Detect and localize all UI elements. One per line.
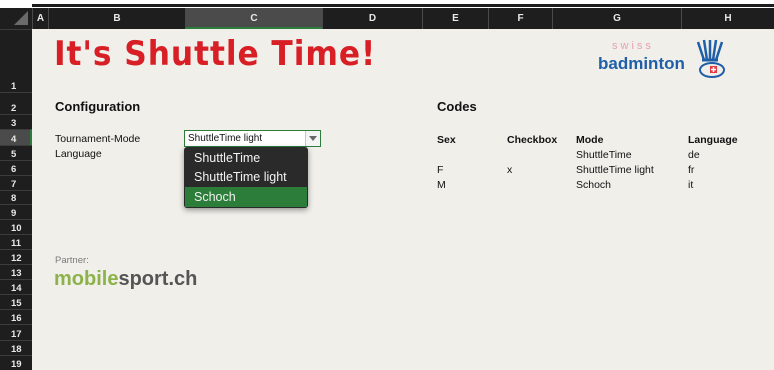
language-code: it xyxy=(688,179,694,191)
column-header-c[interactable]: C xyxy=(185,8,322,29)
logo-swiss-text: swiss xyxy=(612,40,654,52)
row-header-11[interactable]: 11 xyxy=(0,234,32,249)
page-title: It's Shuttle Time! xyxy=(54,34,377,74)
row-header-bar: 1 2 3 4 5 6 7 8 9 10 11 12 13 14 15 16 1… xyxy=(0,29,32,370)
sex-code: F xyxy=(437,164,444,176)
row-header-5[interactable]: 5 xyxy=(0,145,32,160)
row-header-6[interactable]: 6 xyxy=(0,160,32,175)
tournament-mode-value: ShuttleTime light xyxy=(188,133,263,144)
mobilesport-logo-part1: mobile xyxy=(54,268,119,290)
codes-header-sex: Sex xyxy=(437,134,456,146)
column-header-bar: A B C D E F G H xyxy=(0,8,774,29)
column-header-g[interactable]: G xyxy=(552,8,681,29)
codes-header-language: Language xyxy=(688,134,738,146)
row-header-12[interactable]: 12 xyxy=(0,249,32,264)
language-code: fr xyxy=(688,164,695,176)
row-header-16[interactable]: 16 xyxy=(0,309,32,324)
tournament-mode-dropdown[interactable]: ShuttleTime light xyxy=(184,130,321,147)
language-label: Language xyxy=(55,148,102,160)
option-schoch[interactable]: Schoch xyxy=(185,187,307,207)
column-header-f[interactable]: F xyxy=(488,8,552,29)
mobilesport-logo: mobilesport.ch xyxy=(54,268,197,291)
row-header-19[interactable]: 19 xyxy=(0,355,32,370)
codes-heading: Codes xyxy=(437,99,477,114)
row-header-10[interactable]: 10 xyxy=(0,219,32,234)
partner-label: Partner: xyxy=(55,255,89,266)
sex-code: M xyxy=(437,179,446,191)
option-shuttletime-light[interactable]: ShuttleTime light xyxy=(185,167,307,187)
logo-badminton-text: badminton xyxy=(598,54,685,73)
row-header-9[interactable]: 9 xyxy=(0,204,32,219)
configuration-heading: Configuration xyxy=(55,99,141,114)
row-header-3[interactable]: 3 xyxy=(0,114,32,129)
row-header-8[interactable]: 8 xyxy=(0,190,32,204)
column-header-d[interactable]: D xyxy=(322,8,422,29)
column-header-b[interactable]: B xyxy=(48,8,185,29)
option-shuttletime[interactable]: ShuttleTime xyxy=(185,148,307,168)
column-header-h[interactable]: H xyxy=(681,8,774,29)
row-header-7[interactable]: 7 xyxy=(0,175,32,190)
row-header-15[interactable]: 15 xyxy=(0,294,32,309)
row-header-17[interactable]: 17 xyxy=(0,324,32,340)
chevron-down-icon xyxy=(309,136,317,141)
shuttlecock-icon xyxy=(696,39,725,78)
row-header-2[interactable]: 2 xyxy=(0,92,32,114)
row-header-18[interactable]: 18 xyxy=(0,340,32,355)
codes-header-checkbox: Checkbox xyxy=(507,134,558,146)
select-all-icon xyxy=(14,11,28,25)
mode-code: Schoch xyxy=(576,179,612,191)
tournament-mode-label: Tournament-Mode xyxy=(55,133,141,145)
column-header-e[interactable]: E xyxy=(422,8,488,29)
row-header-14[interactable]: 14 xyxy=(0,279,32,294)
tournament-mode-options-list: ShuttleTime ShuttleTime light Schoch xyxy=(184,147,308,208)
mode-code: ShuttleTime light xyxy=(576,164,654,176)
select-all-corner[interactable] xyxy=(0,8,32,29)
row-header-1[interactable]: 1 xyxy=(0,29,32,92)
row-header-13[interactable]: 13 xyxy=(0,264,32,279)
codes-header-mode: Mode xyxy=(576,134,604,146)
dropdown-arrow-button[interactable] xyxy=(305,131,320,146)
language-code: de xyxy=(688,149,700,161)
row-header-4[interactable]: 4 xyxy=(0,129,32,145)
formula-bar-edge xyxy=(32,4,774,7)
swiss-badminton-logo: swiss badminton xyxy=(590,39,730,88)
mode-code: ShuttleTime xyxy=(576,149,632,161)
checkbox-code: x xyxy=(507,164,513,176)
mobilesport-logo-part2: sport.ch xyxy=(118,268,198,290)
column-header-a[interactable]: A xyxy=(32,8,48,29)
